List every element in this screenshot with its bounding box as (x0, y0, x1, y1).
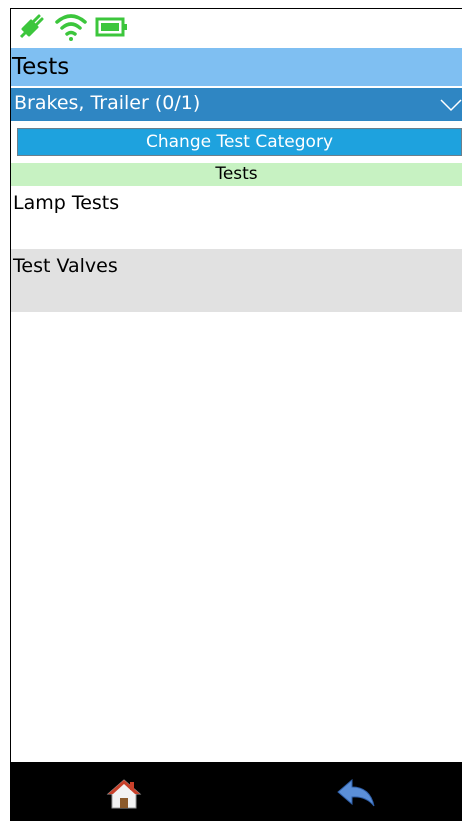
home-icon[interactable] (106, 778, 142, 810)
category-label: Brakes, Trailer (0/1) (14, 92, 201, 114)
category-dropdown[interactable]: Brakes, Trailer (0/1) (11, 88, 462, 121)
battery-icon (95, 17, 127, 37)
tests-section-header: Tests (11, 163, 462, 186)
list-item-label: Test Valves (13, 255, 118, 277)
back-icon[interactable] (336, 778, 376, 810)
chevron-down-icon (440, 99, 462, 112)
list-item-lamp-tests[interactable]: Lamp Tests (11, 186, 462, 249)
plug-icon (19, 14, 44, 39)
wifi-icon (55, 14, 87, 41)
bottom-nav-bar (10, 762, 462, 821)
list-item-label: Lamp Tests (13, 192, 120, 214)
page-title: Tests (12, 54, 70, 80)
status-bar (11, 9, 462, 47)
list-item-test-valves[interactable]: Test Valves (11, 249, 462, 312)
change-test-category-button[interactable]: Change Test Category (17, 128, 462, 156)
title-bar: Tests (11, 48, 462, 86)
